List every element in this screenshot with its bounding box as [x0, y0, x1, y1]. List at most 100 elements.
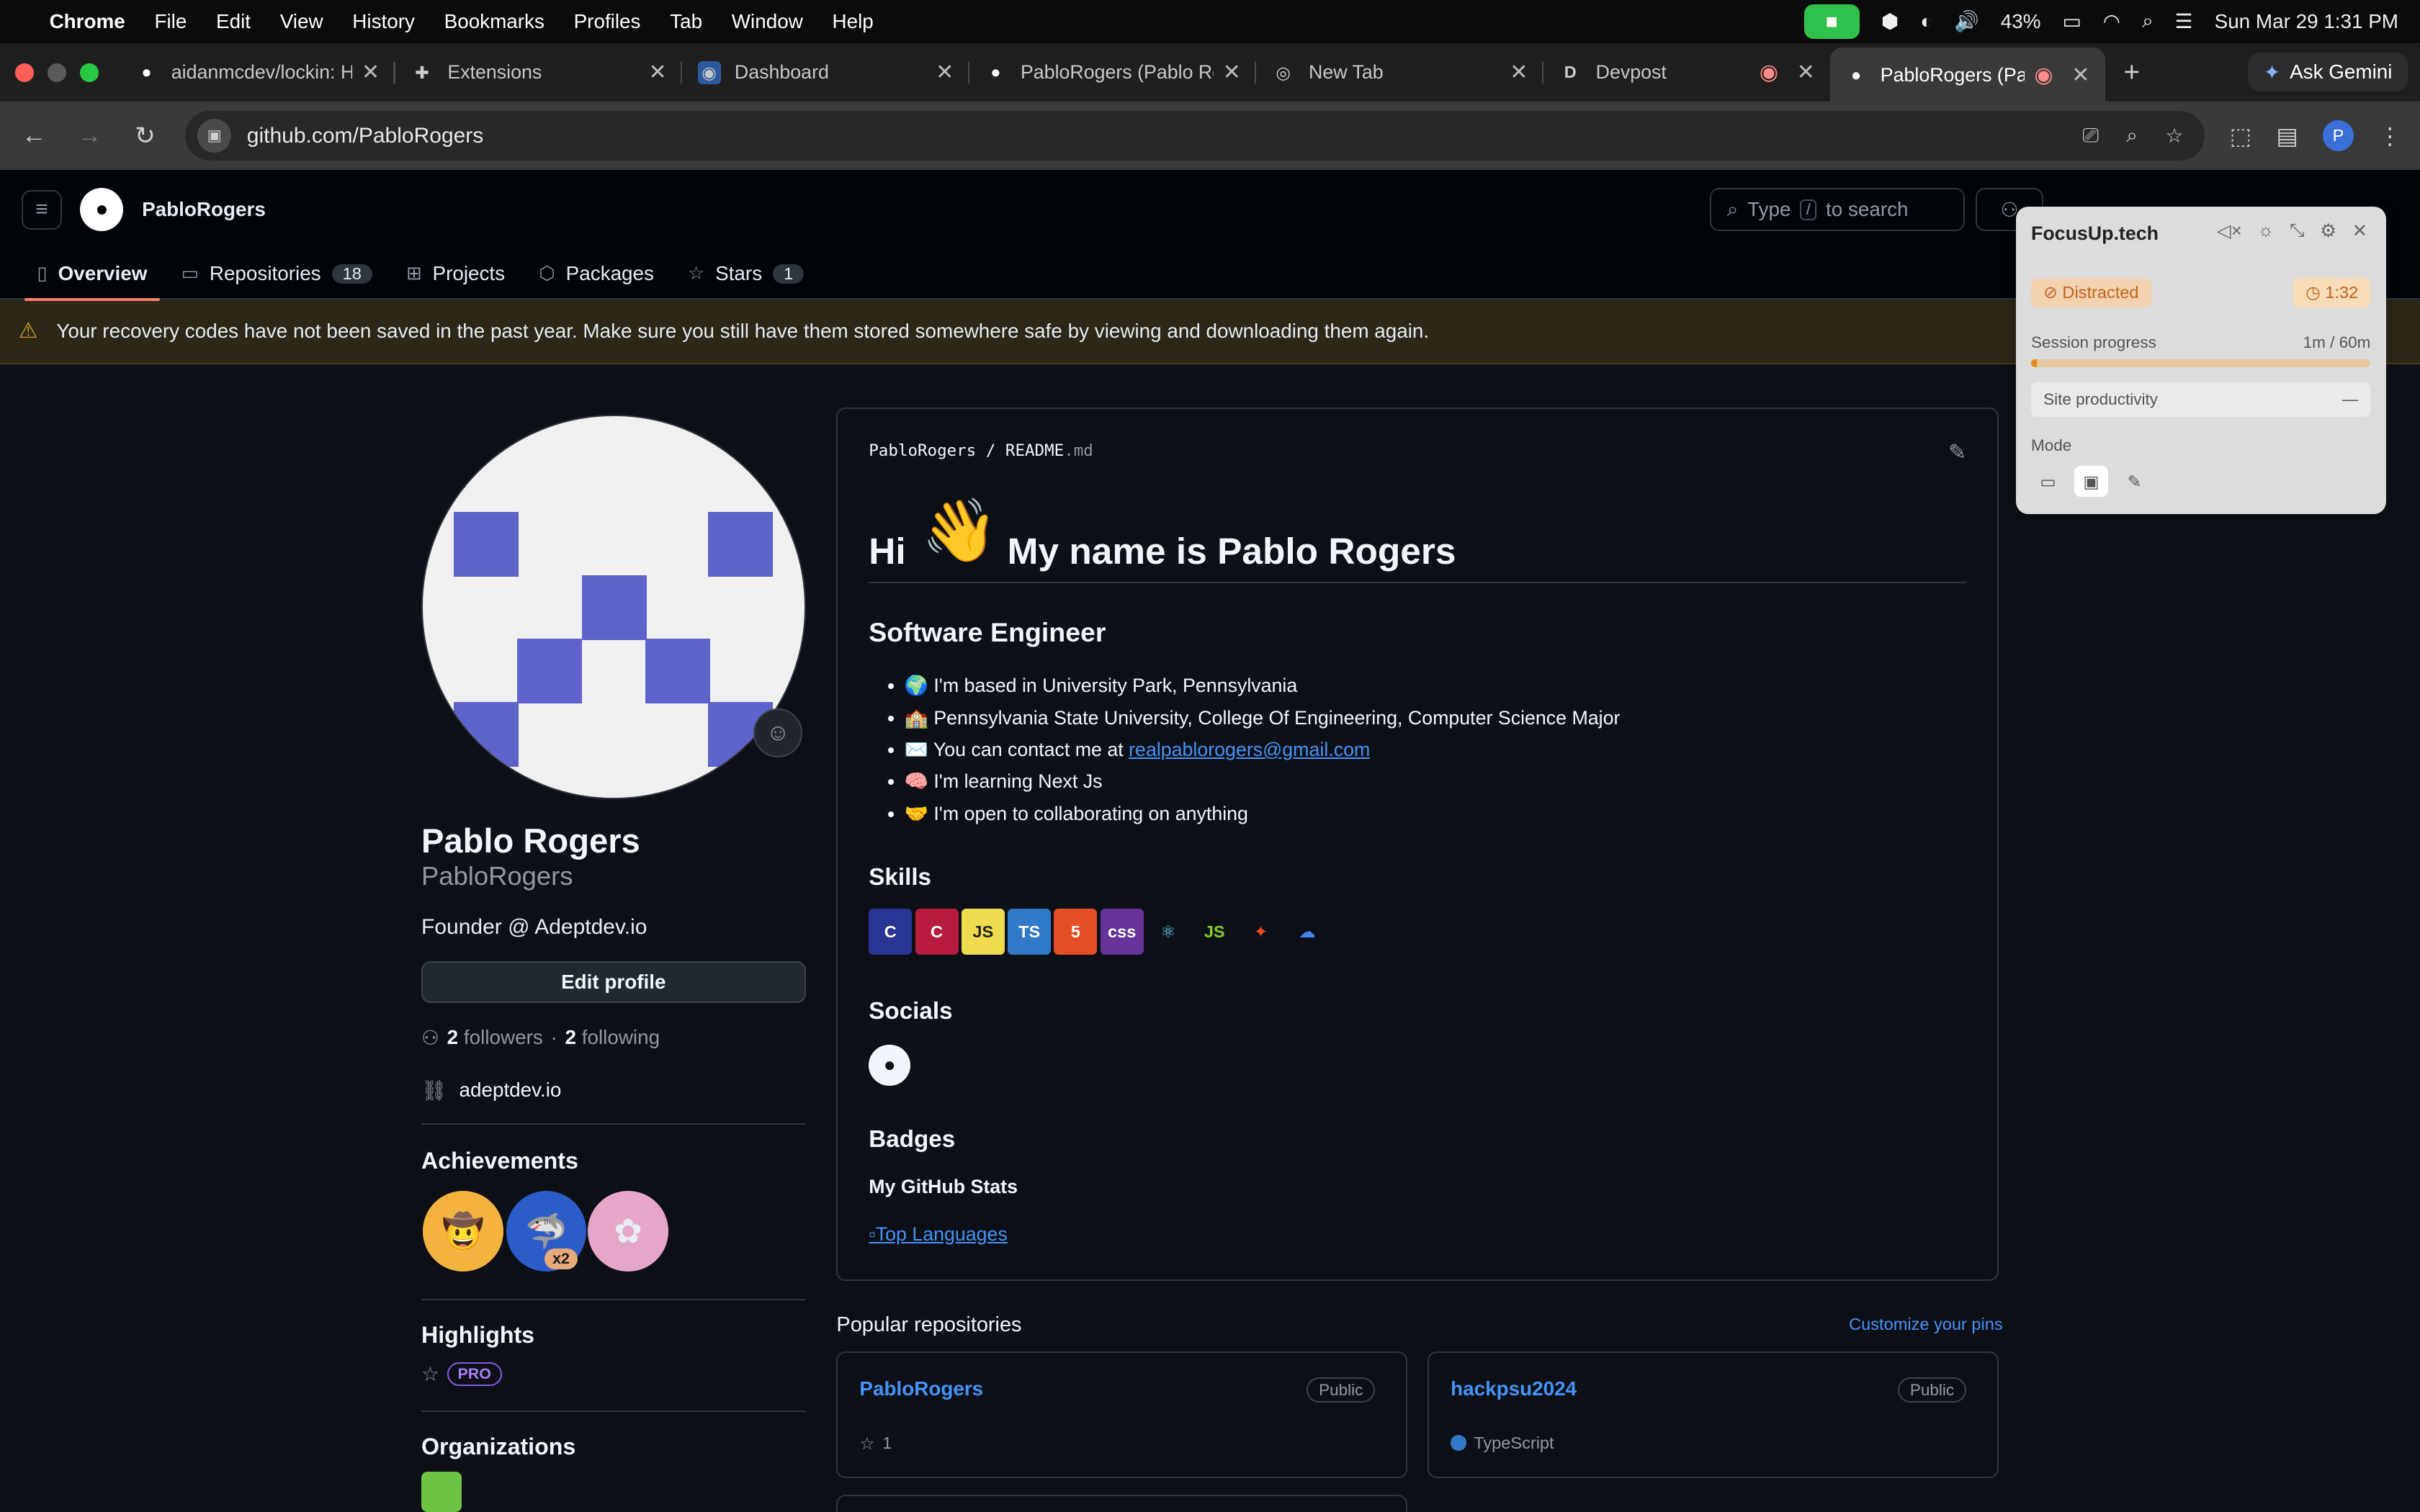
browser-tab-active[interactable]: ● PabloRogers (Pabl ◉ ✕: [1830, 48, 2105, 104]
tab-packages[interactable]: ⬡ Packages: [526, 262, 666, 299]
zoom-window-button[interactable]: [80, 63, 99, 82]
forward-arrow-icon[interactable]: →: [74, 122, 105, 150]
browser-tab[interactable]: ● PabloRogers (Pablo Ro ✕: [969, 50, 1257, 96]
menu-file[interactable]: File: [154, 10, 187, 33]
tab-repositories[interactable]: ▭ Repositories 18: [169, 262, 385, 299]
close-tab-icon[interactable]: ✕: [2062, 63, 2089, 88]
bookmark-star-icon[interactable]: ☆: [2166, 124, 2184, 148]
menu-tab[interactable]: Tab: [670, 10, 702, 33]
customize-pins-link[interactable]: Customize your pins: [1849, 1315, 2002, 1334]
menu-help[interactable]: Help: [833, 10, 874, 33]
top-languages-image-link[interactable]: ▫Top Languages: [869, 1223, 1008, 1246]
control-center-icon[interactable]: ☰: [2175, 9, 2193, 33]
tab-overview[interactable]: ▯ Overview: [24, 262, 161, 301]
menu-edit[interactable]: Edit: [216, 10, 251, 33]
tab-stars[interactable]: ☆ Stars 1: [676, 262, 816, 299]
following-link[interactable]: 2 following: [565, 1026, 660, 1049]
browser-tab[interactable]: ✚ Extensions ✕: [395, 50, 683, 96]
site-productivity-row[interactable]: Site productivity —: [2030, 382, 2371, 417]
github-logo-icon[interactable]: ●: [80, 188, 124, 232]
github-social-icon[interactable]: ●: [869, 1044, 911, 1086]
new-tab-button[interactable]: +: [2123, 57, 2140, 89]
battery-icon: ▭: [2062, 10, 2081, 33]
facetime-video-icon[interactable]: ■: [1803, 4, 1860, 39]
vpn-globe-icon[interactable]: ◐: [1920, 10, 1932, 33]
side-panel-icon[interactable]: ▤: [2276, 122, 2298, 150]
edit-profile-button[interactable]: Edit profile: [421, 960, 806, 1003]
install-app-icon[interactable]: ⎚: [2083, 124, 2099, 148]
profile-avatar-identicon[interactable]: [421, 415, 806, 799]
camera-permission-icon[interactable]: ▣: [197, 118, 232, 153]
popular-repositories-heading: Popular repositories: [836, 1313, 1022, 1336]
spotlight-search-icon[interactable]: ⌕: [2142, 9, 2154, 33]
menu-clock[interactable]: Sun Mar 29 1:31 PM: [2215, 10, 2398, 33]
banner-text: Your recovery codes have not been saved …: [56, 319, 1430, 342]
menu-app-name[interactable]: Chrome: [50, 10, 125, 33]
bullet-text: I'm open to collaborating on anything: [933, 802, 1248, 824]
close-tab-icon[interactable]: ✕: [926, 60, 954, 85]
following-count: 2: [565, 1026, 576, 1049]
repo-name-link[interactable]: PabloRogers: [859, 1377, 983, 1400]
close-tab-icon[interactable]: ✕: [640, 60, 667, 85]
readme-path-user[interactable]: PabloRogers: [869, 441, 976, 460]
hamburger-menu-icon[interactable]: ≡: [22, 189, 62, 230]
box-icon[interactable]: ⬢: [1881, 9, 1899, 33]
followers-link[interactable]: 2 followers: [447, 1026, 543, 1049]
email-link[interactable]: realpablorogers@gmail.com: [1129, 739, 1370, 760]
browser-tab[interactable]: D Devpost ◉ ✕: [1543, 50, 1831, 96]
address-bar[interactable]: ▣ github.com/PabloRogers ⎚ ⌕ ☆: [185, 111, 2205, 161]
menu-history[interactable]: History: [352, 10, 415, 33]
tab-projects[interactable]: ⊞ Projects: [394, 262, 517, 299]
url-text[interactable]: github.com/PabloRogers: [247, 124, 484, 148]
browser-tab[interactable]: ◎ New Tab ✕: [1256, 50, 1543, 96]
close-tab-icon[interactable]: ✕: [1500, 60, 1528, 85]
extensions-icon[interactable]: ⬚: [2230, 122, 2251, 150]
minimize-icon[interactable]: ⤡: [2290, 220, 2305, 242]
achievement-badge-pull-shark-icon[interactable]: 🤠: [423, 1191, 503, 1272]
profile-avatar[interactable]: P: [2323, 120, 2354, 151]
chat-mode-icon[interactable]: ▭: [2031, 466, 2065, 497]
nodejs-icon: JS: [1193, 908, 1237, 955]
close-window-button[interactable]: [15, 63, 35, 82]
minimize-window-button[interactable]: [48, 63, 67, 82]
ask-gemini-button[interactable]: ✦ Ask Gemini: [2248, 52, 2408, 92]
close-tab-icon[interactable]: ✕: [1214, 60, 1241, 85]
website-link[interactable]: ⛓ adeptdev.io: [421, 1079, 561, 1102]
pencil-mode-icon[interactable]: ✎: [2118, 466, 2151, 497]
battery-percent[interactable]: 43%: [2001, 10, 2041, 33]
volume-icon[interactable]: 🔊: [1954, 9, 1979, 33]
readme-path-file[interactable]: README: [1005, 441, 1064, 460]
edit-pencil-icon[interactable]: ✎: [1948, 440, 1966, 465]
menu-profiles[interactable]: Profiles: [574, 10, 641, 33]
kebab-menu-icon[interactable]: ⋮: [2378, 122, 2401, 150]
brightness-icon[interactable]: ☼: [2257, 220, 2275, 242]
close-tab-icon[interactable]: ✕: [1788, 60, 1815, 85]
mode-label: Mode: [2030, 436, 2072, 455]
close-tab-icon[interactable]: ✕: [352, 60, 380, 85]
organization-avatar[interactable]: [421, 1472, 462, 1512]
close-icon[interactable]: ✕: [2352, 220, 2368, 242]
repo-language: TypeScript: [1474, 1433, 1554, 1452]
achievement-badge-yolo-icon[interactable]: ✿: [588, 1191, 668, 1272]
zoom-icon[interactable]: ⌕: [2126, 124, 2138, 148]
wifi-icon[interactable]: ◠: [2103, 9, 2120, 33]
set-status-smiley-icon[interactable]: ☺: [753, 708, 803, 758]
header-username[interactable]: PabloRogers: [142, 198, 266, 221]
divider: [421, 1410, 806, 1412]
achievement-multiplier: x2: [544, 1248, 578, 1269]
repo-name-link[interactable]: hackpsu2024: [1451, 1377, 1577, 1400]
search-input[interactable]: ⌕ Type / to search: [1710, 188, 1965, 232]
mute-icon[interactable]: ◁×: [2217, 220, 2242, 242]
back-arrow-icon[interactable]: ←: [19, 122, 50, 150]
browser-tab[interactable]: ● aidanmcdev/lockin: Ha ✕: [120, 50, 395, 96]
menu-window[interactable]: Window: [732, 10, 803, 33]
repo-card-partial: [836, 1495, 1408, 1512]
repo-star-count[interactable]: 1: [882, 1434, 892, 1453]
reload-icon[interactable]: ↻: [130, 122, 161, 150]
browser-tab[interactable]: ◉ Dashboard ✕: [682, 50, 969, 96]
monitor-mode-icon[interactable]: ▣: [2074, 466, 2109, 497]
settings-gear-icon[interactable]: ⚙: [2320, 220, 2336, 242]
globe-icon: 🌍: [904, 675, 928, 697]
menu-view[interactable]: View: [280, 10, 323, 33]
menu-bookmarks[interactable]: Bookmarks: [444, 10, 544, 33]
